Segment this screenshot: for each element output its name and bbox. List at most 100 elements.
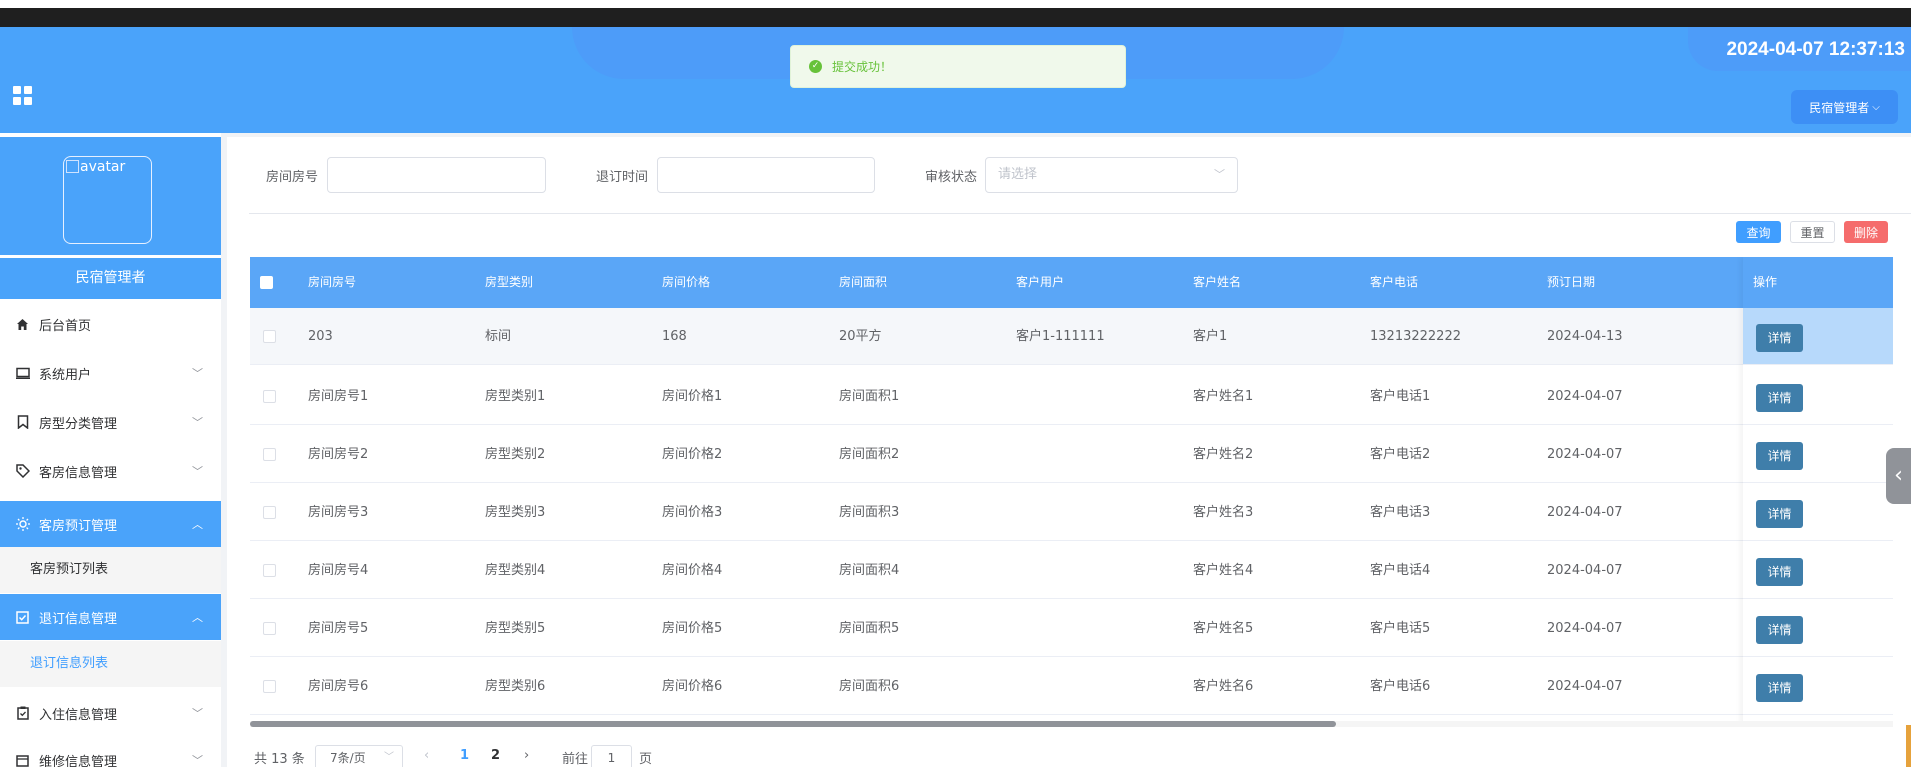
- top-strip: [0, 0, 1911, 28]
- detail-button[interactable]: 详情: [1756, 324, 1803, 352]
- table-row[interactable]: 203 标间 168 20平方 客户1-111111 客户1 13213222222 2024…: [250, 308, 1893, 365]
- row-checkbox[interactable]: [263, 506, 276, 519]
- operation-cell: 详情: [1743, 308, 1893, 365]
- operation-cell: 详情: [1743, 600, 1893, 657]
- operations-column: 操作 详情 详情 详情 详情 详情 详情 详情: [1743, 257, 1893, 727]
- sidebar-profile: avatar: [0, 137, 221, 255]
- table-cell: 房间价格1: [662, 389, 723, 404]
- header-datetime: 2024-04-07 12:37:13: [1726, 39, 1905, 60]
- table-cell: 房间价格4: [662, 563, 723, 578]
- table-cell: 房间面积4: [839, 563, 900, 578]
- row-checkbox[interactable]: [263, 680, 276, 693]
- delete-button[interactable]: 删除: [1844, 221, 1888, 243]
- sidebar-item-repair[interactable]: 维修信息管理 ﹀: [0, 737, 221, 767]
- sidebar-item-checkin[interactable]: 入住信息管理 ﹀: [0, 690, 221, 736]
- room-number-input[interactable]: [327, 157, 546, 193]
- query-button[interactable]: 查询: [1736, 221, 1781, 243]
- sidebar-subitem-cancellation-list[interactable]: 退订信息列表: [0, 641, 221, 687]
- table-row[interactable]: 房间房号6 房型类别6 房间价格6 房间面积6 客户姓名6 客户电话6 2024-04-07: [250, 658, 1893, 715]
- table-cell: 客户电话4: [1370, 563, 1431, 578]
- detail-button[interactable]: 详情: [1756, 384, 1803, 412]
- sidebar-item-room-types[interactable]: 房型分类管理 ﹀: [0, 399, 221, 445]
- column-header: 客户电话: [1370, 275, 1419, 289]
- table-cell: 标间: [485, 329, 512, 344]
- side-tab-edge[interactable]: [1906, 725, 1911, 767]
- sidebar-item-home[interactable]: 后台首页: [0, 301, 221, 347]
- sidebar-item-cancellation[interactable]: 退订信息管理 ︿: [0, 594, 221, 640]
- next-page-button[interactable]: ›: [524, 748, 529, 763]
- content-card: 房间房号 退订时间 审核状态 请选择 ﹀ 查询 重置 删除 房间房号 房型类别: [227, 137, 1911, 767]
- table-cell: 房间房号3: [308, 505, 369, 520]
- grid-menu-icon[interactable]: [13, 86, 33, 106]
- chevron-down-icon: ﹀: [192, 416, 203, 429]
- detail-button[interactable]: 详情: [1756, 616, 1803, 644]
- broken-image-icon: [66, 160, 79, 173]
- row-checkbox[interactable]: [263, 448, 276, 461]
- cancel-time-input[interactable]: [657, 157, 875, 193]
- operation-cell: 详情: [1743, 542, 1893, 599]
- table-cell: 房间价格3: [662, 505, 723, 520]
- column-header: 操作: [1743, 257, 1893, 308]
- sidebar-item-room-info[interactable]: 客房信息管理 ﹀: [0, 448, 221, 494]
- row-checkbox[interactable]: [263, 622, 276, 635]
- column-header: 预订日期: [1547, 275, 1596, 289]
- page-size-select[interactable]: 7条/页 ﹀: [315, 745, 403, 767]
- chevron-down-icon: ﹀: [192, 465, 203, 478]
- page-size-value: 7条/页: [330, 751, 366, 765]
- detail-button[interactable]: 详情: [1756, 500, 1803, 528]
- sidebar-subitem-booking-list[interactable]: 客房预订列表: [0, 547, 221, 593]
- table-cell: 客户姓名2: [1193, 447, 1254, 462]
- goto-prefix: 前往: [562, 752, 589, 767]
- table-cell: 客户1: [1193, 329, 1228, 344]
- table-cell: 房间房号2: [308, 447, 369, 462]
- sidebar-item-booking[interactable]: 客房预订管理 ︿: [0, 501, 221, 547]
- table-row[interactable]: 房间房号4 房型类别4 房间价格4 房间面积4 客户姓名4 客户电话4 2024-04-07: [250, 542, 1893, 599]
- goto-page-input[interactable]: 1: [591, 745, 632, 767]
- table-row[interactable]: 房间房号5 房型类别5 房间价格5 房间面积5 客户姓名5 客户电话5 2024-04-07: [250, 600, 1893, 657]
- goto-suffix: 页: [639, 752, 653, 767]
- select-all-checkbox[interactable]: [260, 276, 273, 289]
- detail-button[interactable]: 详情: [1756, 558, 1803, 586]
- prev-page-button[interactable]: ‹: [424, 748, 429, 763]
- table-row[interactable]: 房间房号1 房型类别1 房间价格1 房间面积1 客户姓名1 客户电话1 2024-04-07: [250, 368, 1893, 425]
- review-status-placeholder: 请选择: [998, 167, 1038, 182]
- drawer-toggle-button[interactable]: ‹: [1886, 448, 1911, 504]
- table-cell: 房型类别5: [485, 621, 546, 636]
- detail-button[interactable]: 详情: [1756, 674, 1803, 702]
- data-table: 房间房号 房型类别 房间价格 房间面积 客户用户 客户姓名 客户电话 预订日期 …: [250, 257, 1893, 727]
- monitor-icon: [15, 366, 30, 381]
- user-menu-button[interactable]: 民宿管理者 ⌵: [1791, 90, 1898, 124]
- row-checkbox[interactable]: [263, 390, 276, 403]
- avatar[interactable]: avatar: [63, 156, 152, 244]
- sidebar-item-system-users[interactable]: 系统用户 ﹀: [0, 350, 221, 396]
- table-row[interactable]: 房间房号3 房型类别3 房间价格3 房间面积3 客户姓名3 客户电话3 2024-04-07: [250, 484, 1893, 541]
- column-header: 房间价格: [662, 275, 711, 289]
- table-cell: 客户电话6: [1370, 679, 1431, 694]
- table-row[interactable]: 房间房号2 房型类别2 房间价格2 房间面积2 客户姓名2 客户电话2 2024-04-07: [250, 426, 1893, 483]
- sidebar-item-label: 维修信息管理: [39, 754, 118, 767]
- page-number[interactable]: 2: [491, 748, 500, 763]
- table-cell: 客户电话2: [1370, 447, 1431, 462]
- chevron-down-icon: ﹀: [192, 367, 203, 380]
- table-cell: 客户姓名3: [1193, 505, 1254, 520]
- table-cell: 2024-04-07: [1547, 679, 1623, 694]
- table-header: 房间房号 房型类别 房间价格 房间面积 客户用户 客户姓名 客户电话 预订日期: [250, 257, 1893, 308]
- row-checkbox[interactable]: [263, 330, 276, 343]
- column-header: 客户姓名: [1193, 275, 1242, 289]
- operation-cell: 详情: [1743, 658, 1893, 715]
- page-number[interactable]: 1: [460, 748, 469, 763]
- table-cell: 168: [662, 329, 687, 344]
- table-cell: 房间房号6: [308, 679, 369, 694]
- horizontal-scrollbar[interactable]: [250, 721, 1336, 727]
- row-checkbox[interactable]: [263, 564, 276, 577]
- sidebar-item-label: 后台首页: [39, 318, 92, 334]
- reset-button[interactable]: 重置: [1790, 221, 1835, 243]
- table-cell: 房间面积1: [839, 389, 900, 404]
- room-number-label: 房间房号: [266, 170, 319, 185]
- table-cell: 客户姓名4: [1193, 563, 1254, 578]
- table-cell: 客户电话5: [1370, 621, 1431, 636]
- table-cell: 房间房号4: [308, 563, 369, 578]
- table-cell: 客户电话3: [1370, 505, 1431, 520]
- review-status-select[interactable]: 请选择 ﹀: [985, 157, 1238, 193]
- detail-button[interactable]: 详情: [1756, 442, 1803, 470]
